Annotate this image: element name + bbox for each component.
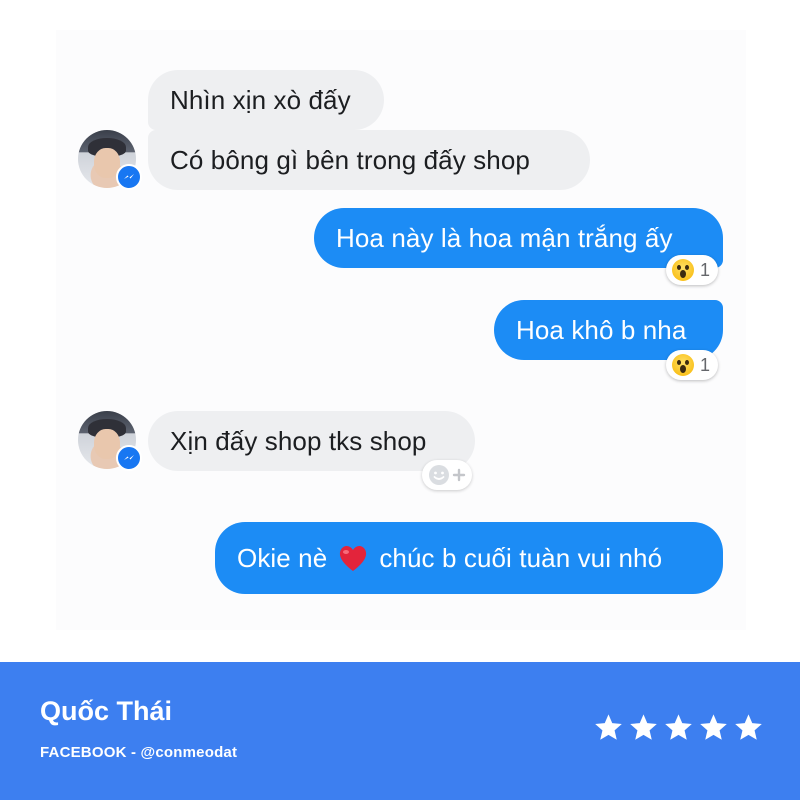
message-text-after: chúc b cuối tuàn vui nhó bbox=[379, 542, 663, 573]
chat-screenshot: Nhìn xịn xò đấy Có bông gì bên trong đấy… bbox=[0, 0, 800, 662]
message-text: Nhìn xịn xò đấy bbox=[170, 84, 351, 115]
heart-emoji-icon bbox=[340, 545, 367, 571]
star-icon bbox=[630, 714, 657, 740]
star-icon bbox=[595, 714, 622, 740]
wow-emoji-icon bbox=[672, 259, 694, 281]
plus-icon bbox=[452, 468, 466, 482]
message-text: Hoa khô b nha bbox=[516, 314, 687, 345]
star-icon bbox=[700, 714, 727, 740]
messenger-icon bbox=[116, 164, 142, 190]
star-icon bbox=[735, 714, 762, 740]
sender-avatar[interactable] bbox=[78, 130, 142, 190]
reaction-badge[interactable]: 1 bbox=[666, 350, 719, 380]
message-text-before: Okie nè bbox=[237, 542, 328, 573]
reviewer-source: FACEBOOK - @conmeodat bbox=[40, 744, 238, 761]
messenger-icon bbox=[116, 445, 142, 471]
reaction-count: 1 bbox=[700, 259, 711, 280]
smiley-icon bbox=[429, 465, 449, 485]
reviewer-name: Quốc Thái bbox=[40, 696, 173, 726]
star-rating bbox=[593, 712, 764, 743]
reaction-count: 1 bbox=[700, 354, 711, 375]
review-footer: Quốc Thái FACEBOOK - @conmeodat bbox=[0, 662, 800, 800]
sender-avatar[interactable] bbox=[78, 411, 142, 471]
message-incoming-3[interactable]: Xịn đấy shop tks shop bbox=[148, 411, 475, 471]
message-text: Có bông gì bên trong đấy shop bbox=[170, 144, 530, 175]
add-reaction-button[interactable] bbox=[422, 460, 472, 490]
message-outgoing-1[interactable]: Hoa này là hoa mận trắng ấy bbox=[314, 208, 723, 268]
message-text: Xịn đấy shop tks shop bbox=[170, 425, 427, 456]
wow-emoji-icon bbox=[672, 354, 694, 376]
reaction-badge[interactable]: 1 bbox=[666, 255, 719, 285]
message-incoming-1[interactable]: Nhìn xịn xò đấy bbox=[148, 70, 384, 130]
star-icon bbox=[665, 714, 692, 740]
message-text: Hoa này là hoa mận trắng ấy bbox=[336, 222, 673, 253]
message-outgoing-3[interactable]: Okie nè chúc b cuối tuàn vui nhó bbox=[215, 522, 723, 594]
message-incoming-2[interactable]: Có bông gì bên trong đấy shop bbox=[148, 130, 590, 190]
